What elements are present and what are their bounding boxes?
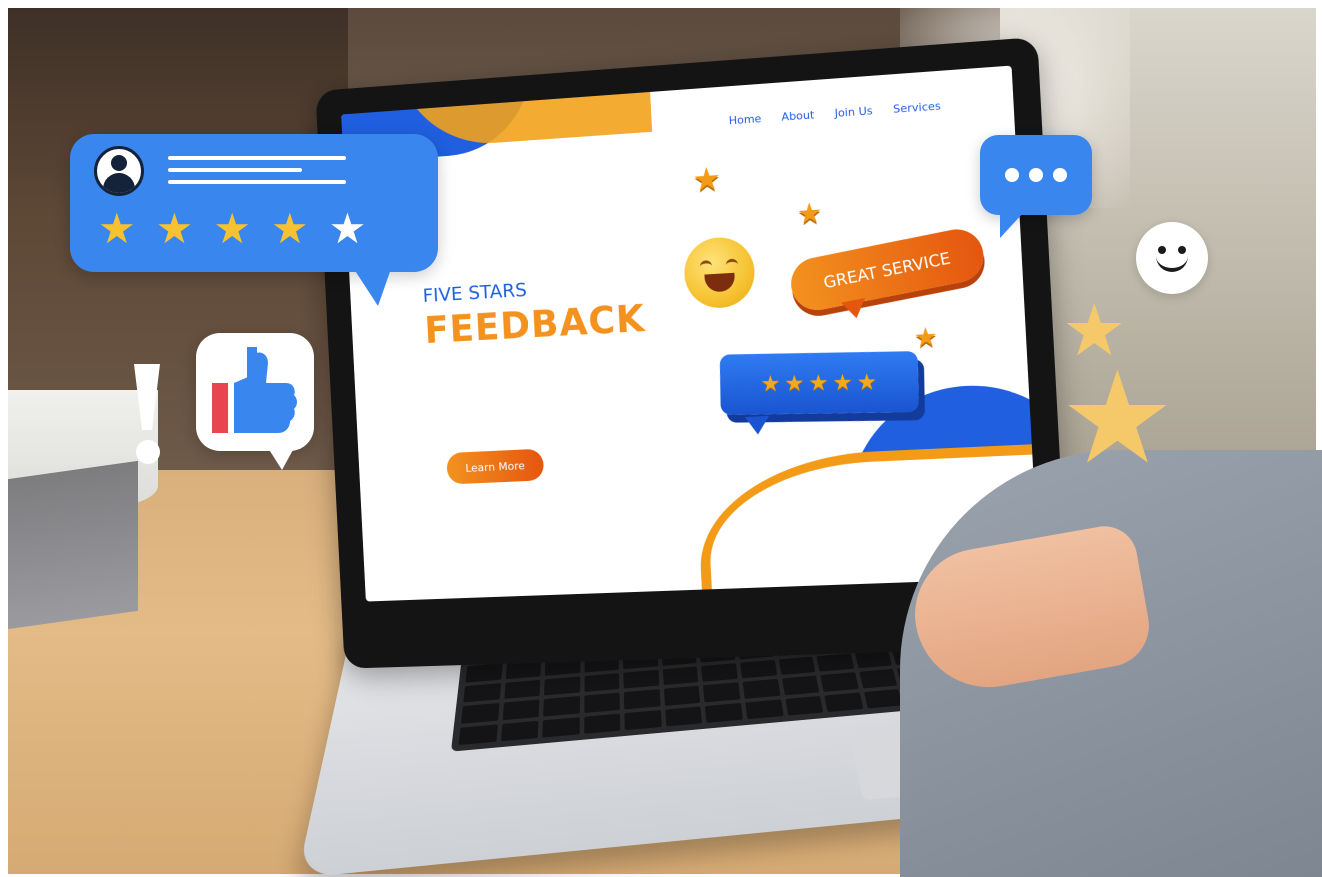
keyboard-key (701, 662, 738, 682)
keyboard-key (663, 685, 701, 706)
like-card-tail (268, 448, 294, 470)
nav-join-us[interactable]: Join Us (834, 104, 873, 120)
keyboard-key (460, 703, 500, 724)
keyboard-key (463, 682, 501, 703)
keyboard-key (820, 672, 859, 692)
star-icon: ★ (808, 369, 829, 396)
keyboard-key (784, 695, 824, 716)
laughing-emoji-icon (682, 235, 757, 310)
headline-five-stars: FIVE STARS (422, 279, 528, 307)
user-avatar-icon (94, 146, 144, 196)
keyboard-key (584, 672, 620, 693)
keyboard-key (583, 713, 621, 734)
site-nav: Home About Join Us Services (728, 99, 941, 127)
thumbs-up-icon (212, 347, 297, 433)
review-text-line (168, 168, 302, 172)
photo-scene: Home About Join Us Services FIVE STARS F… (0, 0, 1322, 877)
star-icon: ★ (270, 205, 309, 252)
review-text-line (168, 180, 346, 184)
keyboard-key (705, 702, 744, 723)
review-stars: ★ ★ ★ ★ ★ (98, 208, 366, 250)
star-icon: ★ (691, 160, 723, 199)
star-icon: ★ (856, 369, 878, 395)
review-card-tail (352, 266, 392, 306)
rating-bubble-tail (744, 415, 771, 436)
keyboard-key (781, 675, 820, 696)
keyboard-key (500, 720, 539, 742)
nav-services[interactable]: Services (893, 99, 941, 116)
star-icon: ★ (784, 370, 805, 396)
keyboard-key (742, 679, 780, 699)
keyboard-key (740, 659, 777, 679)
badge-tail (841, 297, 869, 321)
keyboard-key (623, 669, 660, 689)
star-icon: ★ (796, 196, 824, 230)
keyboard-key (703, 682, 741, 703)
review-card: ★ ★ ★ ★ ★ (70, 134, 438, 272)
star-icon: ★ (155, 205, 194, 252)
keyboard-key (624, 709, 662, 731)
nav-about[interactable]: About (781, 108, 815, 123)
keyboard-key (824, 692, 864, 713)
star-icon: ★ (832, 369, 853, 396)
star-icon: ★ (213, 205, 251, 252)
smiley-face-icon (1136, 222, 1208, 294)
screen-rating-bubble: ★ ★ ★ ★ ★ (719, 351, 919, 415)
keyboard-key (465, 663, 503, 683)
keyboard-key (863, 688, 903, 709)
keyboard-key (745, 699, 784, 720)
keyboard-key (624, 689, 661, 710)
great-service-badge: GREAT SERVICE (786, 224, 989, 315)
like-card (196, 333, 314, 451)
star-icon: ★ (98, 205, 136, 252)
typing-bubble-tail (1000, 212, 1024, 238)
exclamation-icon (134, 364, 160, 464)
keyboard-key (544, 676, 580, 696)
keyboard-key (542, 716, 580, 738)
star-icon: ★ (328, 205, 367, 252)
keyboard-key (543, 696, 580, 717)
keyboard-key (502, 699, 540, 720)
keyboard-key (458, 724, 498, 746)
review-text-line (168, 156, 346, 160)
learn-more-button[interactable]: Learn More (446, 448, 545, 485)
keyboard-key (858, 668, 898, 689)
headline-feedback: FEEDBACK (423, 297, 647, 352)
website-screen: Home About Join Us Services FIVE STARS F… (341, 65, 1039, 602)
ellipsis-chat-icon (980, 135, 1092, 215)
nav-home[interactable]: Home (728, 112, 761, 127)
keyboard-key (778, 656, 816, 676)
star-icon: ★ (913, 321, 939, 353)
star-icon: ★ (1060, 347, 1175, 490)
keyboard-key (503, 679, 541, 700)
keyboard-key (584, 692, 621, 713)
background-laptop (8, 460, 138, 630)
keyboard-key (816, 653, 854, 672)
keyboard-key (662, 666, 699, 686)
star-icon: ★ (760, 370, 781, 397)
keyboard-key (665, 706, 703, 727)
